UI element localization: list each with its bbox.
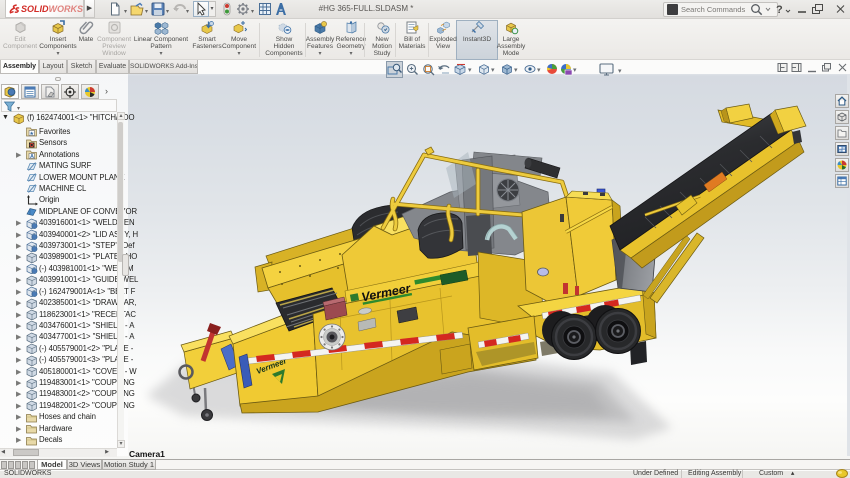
svg-text:▾: ▾	[514, 67, 518, 74]
svg-text:A: A	[30, 154, 34, 160]
svg-text:▾: ▾	[537, 67, 541, 74]
svg-text:▾: ▾	[468, 67, 472, 74]
svg-text:▾: ▾	[618, 68, 622, 75]
svg-text:?: ?	[776, 4, 783, 16]
svg-text:▾: ▾	[573, 67, 577, 74]
svg-text:▾: ▾	[491, 67, 495, 74]
